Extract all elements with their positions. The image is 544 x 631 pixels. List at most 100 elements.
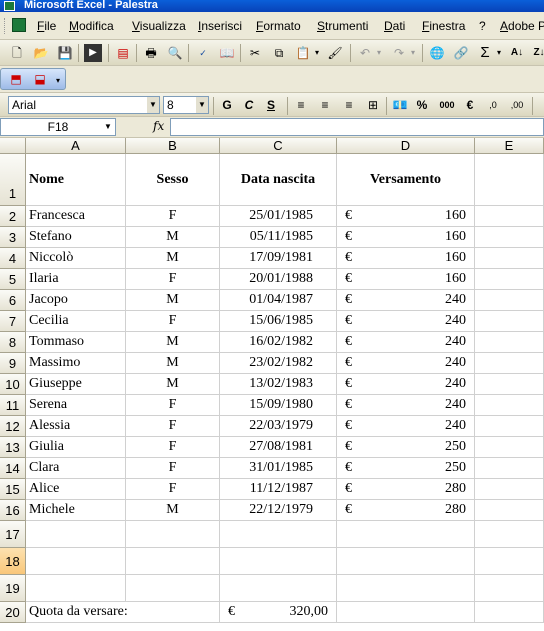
row-header[interactable]: 10 (0, 374, 26, 395)
empty-cell[interactable] (126, 521, 220, 548)
empty-cell[interactable] (475, 458, 544, 479)
permission-icon[interactable]: ▶ (84, 44, 102, 62)
cell-payment[interactable]: €160 (337, 227, 475, 248)
row-header[interactable]: 6 (0, 290, 26, 311)
cell-birth-date[interactable]: 31/01/1985 (220, 458, 337, 479)
cell-sex[interactable]: F (126, 311, 220, 332)
cell-birth-date[interactable]: 16/02/1982 (220, 332, 337, 353)
empty-cell[interactable] (475, 154, 544, 206)
save-icon[interactable]: 💾 (56, 44, 74, 62)
header-payment[interactable]: Versamento (337, 154, 475, 206)
column-header-e[interactable]: E (475, 138, 544, 154)
empty-cell[interactable] (126, 548, 220, 575)
empty-cell[interactable] (475, 575, 544, 602)
cell-payment[interactable]: €280 (337, 500, 475, 521)
empty-cell[interactable] (26, 521, 126, 548)
empty-cell[interactable] (475, 248, 544, 269)
menu-formato[interactable]: Formato (256, 19, 301, 33)
empty-cell[interactable] (475, 311, 544, 332)
cell-payment[interactable]: €160 (337, 269, 475, 290)
row-header[interactable]: 11 (0, 395, 26, 416)
paste-dropdown-icon[interactable]: ▾ (312, 44, 322, 62)
footer-amount-cell[interactable]: €320,00 (220, 602, 337, 623)
menu-inserisci[interactable]: Inserisci (198, 19, 242, 33)
row-header[interactable]: 9 (0, 353, 26, 374)
increase-decimal-button[interactable]: ,0 (482, 96, 504, 114)
row-header[interactable]: 12 (0, 416, 26, 437)
empty-cell[interactable] (475, 290, 544, 311)
bold-button[interactable]: G (219, 96, 235, 114)
row-header[interactable]: 16 (0, 500, 26, 521)
menu-help[interactable]: ? (479, 19, 486, 33)
row-header[interactable]: 19 (0, 575, 26, 602)
spelling-icon[interactable]: ✓ (194, 44, 212, 62)
cell-name[interactable]: Michele (26, 500, 126, 521)
autosum-dropdown-icon[interactable]: ▾ (494, 44, 504, 62)
cell-payment[interactable]: €240 (337, 395, 475, 416)
convert-and-email-icon[interactable]: ⬓ (31, 70, 49, 88)
empty-cell[interactable] (475, 269, 544, 290)
cut-icon[interactable]: ✂ (246, 44, 264, 62)
empty-cell[interactable] (26, 548, 126, 575)
column-header-d[interactable]: D (337, 138, 475, 154)
cell-sex[interactable]: F (126, 269, 220, 290)
empty-cell[interactable] (337, 521, 475, 548)
cell-name[interactable]: Alessia (26, 416, 126, 437)
cell-birth-date[interactable]: 01/04/1987 (220, 290, 337, 311)
empty-cell[interactable] (475, 548, 544, 575)
row-header[interactable]: 13 (0, 437, 26, 458)
header-name[interactable]: Nome (26, 154, 126, 206)
empty-cell[interactable] (475, 602, 544, 623)
italic-button[interactable]: C (241, 96, 257, 114)
name-box[interactable]: F18 ▼ (0, 118, 116, 136)
cell-payment[interactable]: €160 (337, 248, 475, 269)
cell-name[interactable]: Ilaria (26, 269, 126, 290)
row-header[interactable]: 18 (0, 548, 26, 575)
print-icon[interactable]: 🖶 (142, 44, 160, 62)
cell-name[interactable]: Tommaso (26, 332, 126, 353)
cell-sex[interactable]: M (126, 332, 220, 353)
cell-birth-date[interactable]: 13/02/1983 (220, 374, 337, 395)
cell-payment[interactable]: €280 (337, 479, 475, 500)
pdf-icon[interactable]: ▤ (114, 44, 132, 62)
cell-name[interactable]: Massimo (26, 353, 126, 374)
empty-cell[interactable] (475, 395, 544, 416)
cell-birth-date[interactable]: 27/08/1981 (220, 437, 337, 458)
cell-birth-date[interactable]: 22/03/1979 (220, 416, 337, 437)
empty-cell[interactable] (126, 575, 220, 602)
select-all-corner[interactable] (0, 138, 26, 154)
cell-payment[interactable]: €240 (337, 374, 475, 395)
row-header[interactable]: 7 (0, 311, 26, 332)
row-header[interactable]: 4 (0, 248, 26, 269)
empty-cell[interactable] (475, 206, 544, 227)
cell-sex[interactable]: M (126, 353, 220, 374)
cell-payment[interactable]: €240 (337, 416, 475, 437)
cell-sex[interactable]: F (126, 458, 220, 479)
column-header-a[interactable]: A (26, 138, 126, 154)
cell-sex[interactable]: F (126, 395, 220, 416)
empty-cell[interactable] (337, 602, 475, 623)
empty-cell[interactable] (220, 575, 337, 602)
cell-birth-date[interactable]: 23/02/1982 (220, 353, 337, 374)
menu-strumenti[interactable]: Strumenti (317, 19, 368, 33)
cell-payment[interactable]: €250 (337, 458, 475, 479)
column-header-b[interactable]: B (126, 138, 220, 154)
cell-sex[interactable]: M (126, 374, 220, 395)
chevron-down-icon[interactable]: ▼ (101, 119, 115, 135)
column-header-c[interactable]: C (220, 138, 337, 154)
empty-cell[interactable] (475, 332, 544, 353)
currency-format-icon[interactable]: 💶 (391, 96, 409, 114)
new-icon[interactable]: 🗋 (8, 44, 26, 62)
cell-sex[interactable]: M (126, 248, 220, 269)
paste-icon[interactable]: 📋 (294, 44, 312, 62)
chevron-down-icon[interactable]: ▼ (147, 97, 159, 113)
empty-cell[interactable] (337, 575, 475, 602)
menu-visualizza[interactable]: Visualizza (132, 19, 186, 33)
row-header[interactable]: 17 (0, 521, 26, 548)
row-header[interactable]: 8 (0, 332, 26, 353)
align-right-icon[interactable]: ≡ (340, 96, 358, 114)
empty-cell[interactable] (337, 548, 475, 575)
decrease-decimal-button[interactable]: ,00 (506, 96, 528, 114)
menu-dati[interactable]: Dati (384, 19, 405, 33)
cell-name[interactable]: Giuseppe (26, 374, 126, 395)
